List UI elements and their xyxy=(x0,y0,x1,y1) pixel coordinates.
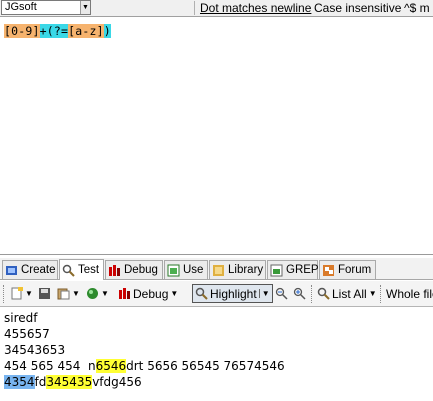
subject-text: 455657 xyxy=(4,327,50,341)
anchors-match-toggle[interactable]: ^$ m xyxy=(404,1,430,15)
subject-text: fd xyxy=(34,375,47,389)
subject-line: 4354fd345435vfdg456 xyxy=(4,374,142,390)
tab-strip: Create Test Debug Use Library GREP Forum xyxy=(0,258,433,280)
magnifier-icon xyxy=(62,264,75,277)
subject-line: siredf xyxy=(4,310,37,326)
regex-token: [0-9] xyxy=(4,24,40,38)
tab-forum[interactable]: Forum xyxy=(319,260,376,279)
dot-matches-newline-toggle[interactable]: Dot matches newline xyxy=(200,1,311,15)
paste-button[interactable]: ▼ xyxy=(57,284,80,303)
tab-debug[interactable]: Debug xyxy=(105,260,163,279)
toolbar-grip[interactable] xyxy=(3,285,6,303)
regex-token: (?= xyxy=(46,24,69,38)
toolbar-grip[interactable] xyxy=(311,285,314,303)
grep-icon xyxy=(270,264,283,277)
use-icon xyxy=(167,264,180,277)
flavor-value: JGsoft xyxy=(5,1,37,13)
regex-token: + xyxy=(39,24,47,38)
tab-use[interactable]: Use xyxy=(164,260,208,279)
tab-grep[interactable]: GREP xyxy=(267,260,319,279)
forum-icon xyxy=(322,264,335,277)
new-file-button[interactable]: ▼ xyxy=(10,284,33,303)
previous-match-button[interactable] xyxy=(275,284,288,303)
new-file-icon xyxy=(10,287,23,300)
options-bar: JGsoft ▼ Dot matches newline Case insens… xyxy=(0,0,433,17)
chevron-down-icon[interactable]: ▼ xyxy=(258,289,270,298)
zoom-out-icon xyxy=(275,287,288,300)
test-toolbar: ▼ ▼ ▼ Debug ▼ Highlight ▼ List All ▼ Who… xyxy=(0,281,433,307)
tab-create[interactable]: Create xyxy=(2,260,58,279)
list-all-button[interactable]: List All ▼ xyxy=(317,284,377,303)
subject-line: 34543653 xyxy=(4,342,65,358)
clipboard-icon xyxy=(57,287,70,300)
subject-text: drt 5656 56545 76574546 xyxy=(126,359,285,373)
flavor-select[interactable]: JGsoft ▼ xyxy=(1,0,91,15)
debug-icon xyxy=(118,287,131,300)
magnifier-icon xyxy=(195,287,208,300)
regex-token: [a-z] xyxy=(68,24,104,38)
match-highlight: 345435 xyxy=(46,375,93,389)
subject-text: vfdg456 xyxy=(92,375,142,389)
subject-line: 455657 xyxy=(4,326,50,342)
subject-line: 454 565 454 n6546drt 5656 56545 76574546 xyxy=(4,358,285,374)
regex-editor[interactable]: [0-9]+(?=[a-z]) xyxy=(0,17,433,255)
tab-library[interactable]: Library xyxy=(209,260,266,279)
match-highlight: 4354 xyxy=(4,375,35,389)
debug-button[interactable]: Debug ▼ xyxy=(118,284,178,303)
regex-token: ) xyxy=(103,24,111,38)
tab-test[interactable]: Test xyxy=(59,259,104,280)
subject-text: 454 565 454 n xyxy=(4,359,96,373)
save-button[interactable] xyxy=(38,284,51,303)
match-highlight: 6546 xyxy=(95,359,127,373)
globe-icon xyxy=(86,287,99,300)
library-icon xyxy=(212,264,225,277)
zoom-in-icon xyxy=(293,287,306,300)
debug-icon xyxy=(108,264,121,277)
subject-text: 34543653 xyxy=(4,343,66,357)
chevron-down-icon[interactable]: ▼ xyxy=(72,289,80,298)
chevron-down-icon[interactable]: ▼ xyxy=(369,289,377,298)
subject-text: siredf xyxy=(4,311,38,325)
whole-file-select[interactable]: Whole file xyxy=(386,284,433,303)
highlight-button[interactable]: Highlight ▼ xyxy=(192,284,273,303)
next-match-button[interactable] xyxy=(293,284,306,303)
magnifier-icon xyxy=(317,287,330,300)
chevron-down-icon[interactable]: ▼ xyxy=(25,289,33,298)
chevron-down-icon[interactable]: ▼ xyxy=(170,289,178,298)
toolbar-grip[interactable] xyxy=(380,285,383,303)
case-insensitive-toggle[interactable]: Case insensitive xyxy=(314,1,401,15)
regex-text: [0-9]+(?=[a-z]) xyxy=(4,24,111,39)
web-button[interactable]: ▼ xyxy=(86,284,109,303)
chevron-down-icon[interactable]: ▼ xyxy=(80,1,90,14)
test-subject-editor[interactable]: siredf 455657 34543653 454 565 454 n6546drt… xyxy=(0,308,433,401)
save-icon xyxy=(38,287,51,300)
divider xyxy=(194,1,195,15)
create-icon xyxy=(5,264,18,277)
chevron-down-icon[interactable]: ▼ xyxy=(101,289,109,298)
